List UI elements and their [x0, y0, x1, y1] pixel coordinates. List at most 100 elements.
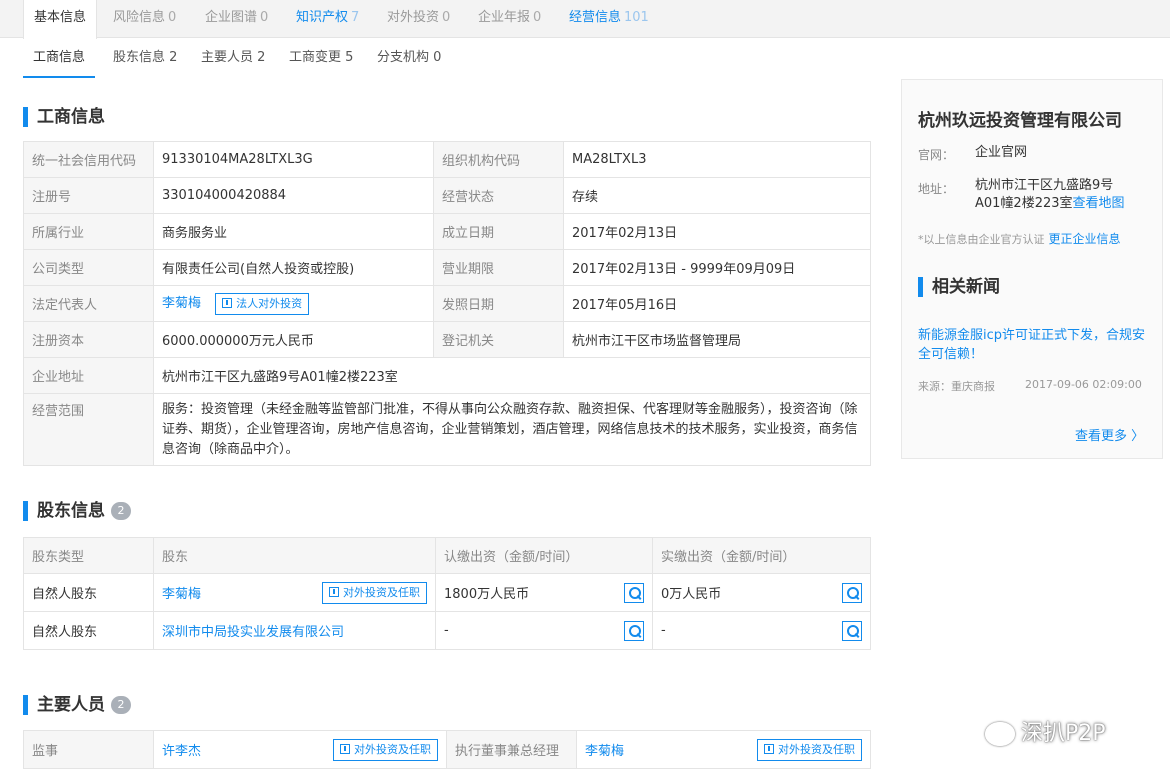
tab-count: 0: [442, 10, 451, 25]
table-row: 企业地址 杭州市江干区九盛路9号A01幢2楼223室: [23, 357, 871, 394]
table-row: 公司类型 有限责任公司(自然人投资或控股) 营业期限 2017年02月13日 -…: [23, 249, 871, 286]
field-label: 经营状态: [433, 177, 564, 214]
export-icon: [329, 586, 339, 597]
news-date: 2017-09-06 02:09:00: [1025, 378, 1142, 391]
website-label: 官网：: [918, 148, 955, 162]
address-line: A01幢2楼223室查看地图: [975, 195, 1155, 213]
person-link[interactable]: 李菊梅: [585, 740, 624, 759]
tab-label: 企业年报: [478, 10, 531, 25]
shareholder-type: 自然人股东: [23, 573, 154, 612]
subtab-branches[interactable]: 分支机构 0: [377, 38, 441, 78]
address-value: 杭州市江干区九盛路9号 A01幢2楼223室查看地图: [975, 177, 1155, 213]
field-value: 2017年02月13日 - 9999年09月09日: [563, 249, 871, 286]
tab-basic-info[interactable]: 基本信息: [23, 0, 98, 39]
subtab-business-changes[interactable]: 工商变更 5: [289, 38, 353, 78]
field-value: 商务服务业: [153, 213, 434, 250]
shareholder-link[interactable]: 深圳市中局投实业发展有限公司: [162, 625, 344, 640]
legal-rep-cell: 李菊梅 法人对外投资: [153, 285, 434, 322]
subscribed-cell: 1800万人民币: [435, 573, 653, 612]
tab-intellectual-property[interactable]: 知识产权 7: [296, 0, 359, 38]
key-people-table: 监事 许李杰 对外投资及任职 执行董事兼总经理 李菊梅 对外投资及任职: [23, 730, 871, 769]
column-header: 认缴出资（金额/时间）: [435, 537, 653, 574]
tab-enterprise-graph[interactable]: 企业图谱 0: [205, 0, 268, 38]
section-title-shareholders: 股东信息 2: [23, 500, 131, 522]
shareholder-cell: 深圳市中局投实业发展有限公司: [153, 611, 436, 650]
field-label: 统一社会信用代码: [23, 141, 154, 178]
tab-label: 对外投资: [387, 10, 440, 25]
investment-positions-button[interactable]: 对外投资及任职: [333, 738, 438, 761]
tab-annual-report[interactable]: 企业年报 0: [478, 0, 541, 38]
company-side-panel: 杭州玖远投资管理有限公司 官网： 企业官网 地址： 杭州市江干区九盛路9号 A0…: [901, 79, 1163, 459]
field-label: 发照日期: [433, 285, 564, 322]
tab-count: 7: [351, 10, 360, 25]
person-cell: 李菊梅 对外投资及任职: [576, 730, 871, 769]
news-headline-link[interactable]: 新能源金服icp许可证正式下发，合规安全可信赖！: [918, 326, 1154, 364]
tab-risk-info[interactable]: 风险信息 0: [113, 0, 176, 38]
person-link[interactable]: 许李杰: [162, 740, 201, 759]
field-label: 营业期限: [433, 249, 564, 286]
wechat-logo-icon: [985, 722, 1015, 746]
search-icon[interactable]: [842, 582, 862, 603]
tab-count: 101: [624, 10, 649, 25]
search-icon[interactable]: [842, 620, 862, 641]
official-note: *以上信息由企业官方认证 更正企业信息: [918, 230, 1121, 247]
business-info-table: 统一社会信用代码 91330104MA28LTXL3G 组织机构代码 MA28L…: [23, 141, 871, 466]
count-badge: 2: [111, 502, 131, 520]
export-icon: [764, 743, 774, 754]
legal-rep-investment-button[interactable]: 法人对外投资: [215, 292, 310, 315]
section-title-text: 股东信息: [37, 501, 105, 521]
tab-operating-info[interactable]: 经营信息 101: [569, 0, 649, 38]
shareholder-link[interactable]: 李菊梅: [162, 583, 201, 602]
website-link[interactable]: 企业官网: [975, 144, 1027, 162]
search-icon[interactable]: [624, 620, 644, 641]
subscribed-amount: -: [444, 623, 449, 638]
search-icon[interactable]: [624, 582, 644, 603]
field-label: 注册资本: [23, 321, 154, 358]
subtab-key-people[interactable]: 主要人员 2: [201, 38, 265, 78]
note-text: *以上信息由企业官方认证: [918, 233, 1045, 246]
field-label: 登记机关: [433, 321, 564, 358]
export-icon: [340, 743, 350, 754]
subtab-business-info[interactable]: 工商信息: [23, 38, 96, 78]
address-label: 地址：: [918, 182, 955, 196]
shareholder-cell: 李菊梅 对外投资及任职: [153, 573, 436, 612]
legal-rep-link[interactable]: 李菊梅: [162, 296, 201, 311]
field-label: 公司类型: [23, 249, 154, 286]
export-icon: [222, 297, 233, 308]
button-label: 法人对外投资: [236, 296, 303, 310]
address-line: 杭州市江干区九盛路9号: [975, 178, 1114, 193]
field-value-address: 杭州市江干区九盛路9号A01幢2楼223室: [153, 357, 871, 394]
subscribed-cell: -: [435, 611, 653, 650]
shareholder-type: 自然人股东: [23, 611, 154, 650]
investment-positions-button[interactable]: 对外投资及任职: [322, 581, 427, 604]
tab-count: 0: [168, 10, 177, 25]
field-value: 2017年02月13日: [563, 213, 871, 250]
tab-foreign-investment[interactable]: 对外投资 0: [387, 0, 450, 38]
company-name: 杭州玖远投资管理有限公司: [918, 111, 1122, 131]
column-header: 实缴出资（金额/时间）: [652, 537, 871, 574]
column-header: 股东类型: [23, 537, 154, 574]
tab-label: 基本信息: [34, 10, 87, 25]
view-map-link[interactable]: 查看地图: [1073, 196, 1125, 211]
role-label: 监事: [23, 730, 154, 769]
button-label: 对外投资及任职: [343, 585, 420, 599]
field-label: 组织机构代码: [433, 141, 564, 178]
paid-amount: -: [661, 623, 666, 638]
table-row: 自然人股东 李菊梅 对外投资及任职 1800万人民币 0万人民币: [23, 573, 871, 612]
subtab-shareholders[interactable]: 股东信息 2: [113, 38, 177, 78]
field-label: 法定代表人: [23, 285, 154, 322]
field-value: 杭州市江干区市场监督管理局: [563, 321, 871, 358]
table-row: 注册号 330104000420884 经营状态 存续: [23, 177, 871, 214]
update-info-link[interactable]: 更正企业信息: [1049, 232, 1121, 246]
section-title-text: 主要人员: [37, 695, 105, 715]
field-value: 91330104MA28LTXL3G: [153, 141, 434, 178]
paid-cell: 0万人民币: [652, 573, 871, 612]
view-more-link[interactable]: 查看更多 〉: [1075, 425, 1144, 444]
field-value: 6000.000000万元人民币: [153, 321, 434, 358]
shareholders-table: 股东类型 股东 认缴出资（金额/时间） 实缴出资（金额/时间） 自然人股东 李菊…: [23, 537, 871, 650]
investment-positions-button[interactable]: 对外投资及任职: [757, 738, 862, 761]
tab-label: 风险信息: [113, 10, 166, 25]
field-label: 成立日期: [433, 213, 564, 250]
tab-count: 0: [533, 10, 542, 25]
field-value: 存续: [563, 177, 871, 214]
